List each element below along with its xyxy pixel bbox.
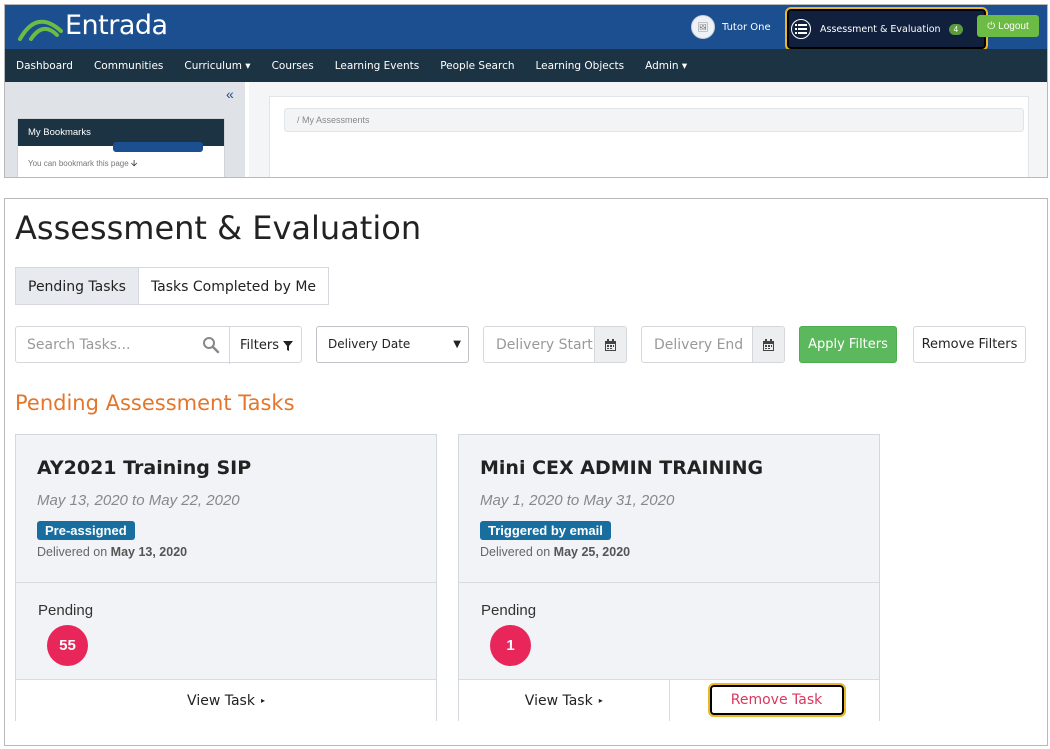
view-task-label: View Task [524,692,593,709]
delivery-end-field[interactable]: Delivery End [641,326,785,363]
search-input[interactable]: Search Tasks... [27,337,130,353]
nav-item-courses[interactable]: Courses [272,60,314,72]
power-icon: ⏻ [987,20,996,32]
search-box: Search Tasks... Filters [15,326,303,364]
bookmark-button[interactable] [113,142,203,152]
filters-button[interactable]: Filters [229,327,303,364]
tabs: Pending Tasks Tasks Completed by Me [15,267,330,305]
section-title: Pending Assessment Tasks [15,391,295,415]
task-dates: May 1, 2020 to May 31, 2020 [480,492,675,509]
assessment-evaluation-link[interactable]: Assessment & Evaluation 4 [785,7,988,51]
filter-row: Search Tasks... Filters Delivery Date ▼ … [15,326,1035,364]
select-value: Delivery Date [328,337,411,351]
caret-right-icon: ▸ [260,696,265,705]
delivered-on: Delivered on May 25, 2020 [480,545,631,559]
tab-pending-tasks[interactable]: Pending Tasks [15,267,139,305]
view-task-button[interactable]: View Task ▸ [459,680,669,721]
sidebar: « My Bookmarks You can bookmark this pag… [5,82,245,177]
nav-item-dashboard[interactable]: Dashboard [16,60,73,72]
date-type-select[interactable]: Delivery Date ▼ [316,326,469,363]
remove-filters-button[interactable]: Remove Filters [913,326,1026,363]
view-task-button[interactable]: View Task ▸ [16,680,436,721]
bottom-screenshot: Assessment & Evaluation Pending Tasks Ta… [4,198,1048,746]
nav-item-communities[interactable]: Communities [94,60,163,72]
task-dates: May 13, 2020 to May 22, 2020 [37,492,240,509]
top-screenshot: Entrada 🖼 Tutor One Assessment & Evaluat… [4,4,1048,178]
delivery-end-placeholder: Delivery End [654,337,744,353]
task-name: Mini CEX ADMIN TRAINING [480,457,764,479]
user-menu[interactable]: 🖼 Tutor One [691,15,771,39]
logo-arc-icon [17,9,63,41]
task-tag-badge: Pre-assigned [37,521,135,540]
main-nav: Dashboard Communities Curriculum ▾ Cours… [5,49,1047,82]
caret-down-icon: ▼ [453,339,461,350]
card-footer: View Task ▸ [16,679,436,721]
content-panel: / My Assessments [269,96,1029,177]
funnel-icon [282,340,293,351]
remove-task-button[interactable]: Remove Task [707,683,846,717]
delivery-start-placeholder: Delivery Start [496,337,593,353]
top-header: Entrada 🖼 Tutor One Assessment & Evaluat… [5,5,1047,51]
search-icon[interactable] [202,336,220,354]
card-footer: View Task ▸ Remove Task [459,679,879,721]
nav-item-people-search[interactable]: People Search [440,60,514,72]
nav-item-admin[interactable]: Admin ▾ [645,60,687,72]
calendar-icon[interactable] [594,327,626,362]
ae-count-badge: 4 [948,23,964,35]
avatar: 🖼 [691,15,715,39]
list-icon [791,19,811,39]
delivery-start-field[interactable]: Delivery Start [483,326,627,363]
logo-text: Entrada [65,9,168,41]
caret-right-icon: ▸ [598,696,603,705]
calendar-icon[interactable] [752,327,784,362]
user-name: Tutor One [722,21,771,33]
ae-label: Assessment & Evaluation [820,23,941,35]
pending-count-badge: 55 [47,625,88,666]
task-status: Pending [38,602,94,619]
nav-item-learning-events[interactable]: Learning Events [335,60,419,72]
entrada-logo[interactable]: Entrada [17,9,168,41]
card-divider [16,582,436,583]
delivered-on: Delivered on May 13, 2020 [37,545,188,559]
nav-item-curriculum[interactable]: Curriculum ▾ [184,60,250,72]
task-tag-badge: Triggered by email [480,521,611,540]
view-task-label: View Task [187,692,255,709]
remove-task-cell: Remove Task [668,680,880,721]
logout-button[interactable]: ⏻ Logout [977,15,1039,37]
pending-count-badge: 1 [490,625,531,666]
filters-label: Filters [240,338,279,353]
card-divider [459,582,879,583]
nav-item-learning-objects[interactable]: Learning Objects [536,60,625,72]
collapse-sidebar-icon[interactable]: « [226,86,234,102]
task-card: Mini CEX ADMIN TRAINING May 1, 2020 to M… [458,434,880,721]
breadcrumb[interactable]: / My Assessments [284,108,1024,132]
logout-label: Logout [998,20,1029,32]
task-status: Pending [481,602,537,619]
tab-tasks-completed[interactable]: Tasks Completed by Me [138,267,330,305]
task-card: AY2021 Training SIP May 13, 2020 to May … [15,434,437,721]
apply-filters-button[interactable]: Apply Filters [799,326,897,363]
arrow-down-icon: 🡫 [130,158,138,168]
content-area: / My Assessments [249,82,1047,177]
task-name: AY2021 Training SIP [37,457,252,479]
page-title: Assessment & Evaluation [15,209,422,247]
